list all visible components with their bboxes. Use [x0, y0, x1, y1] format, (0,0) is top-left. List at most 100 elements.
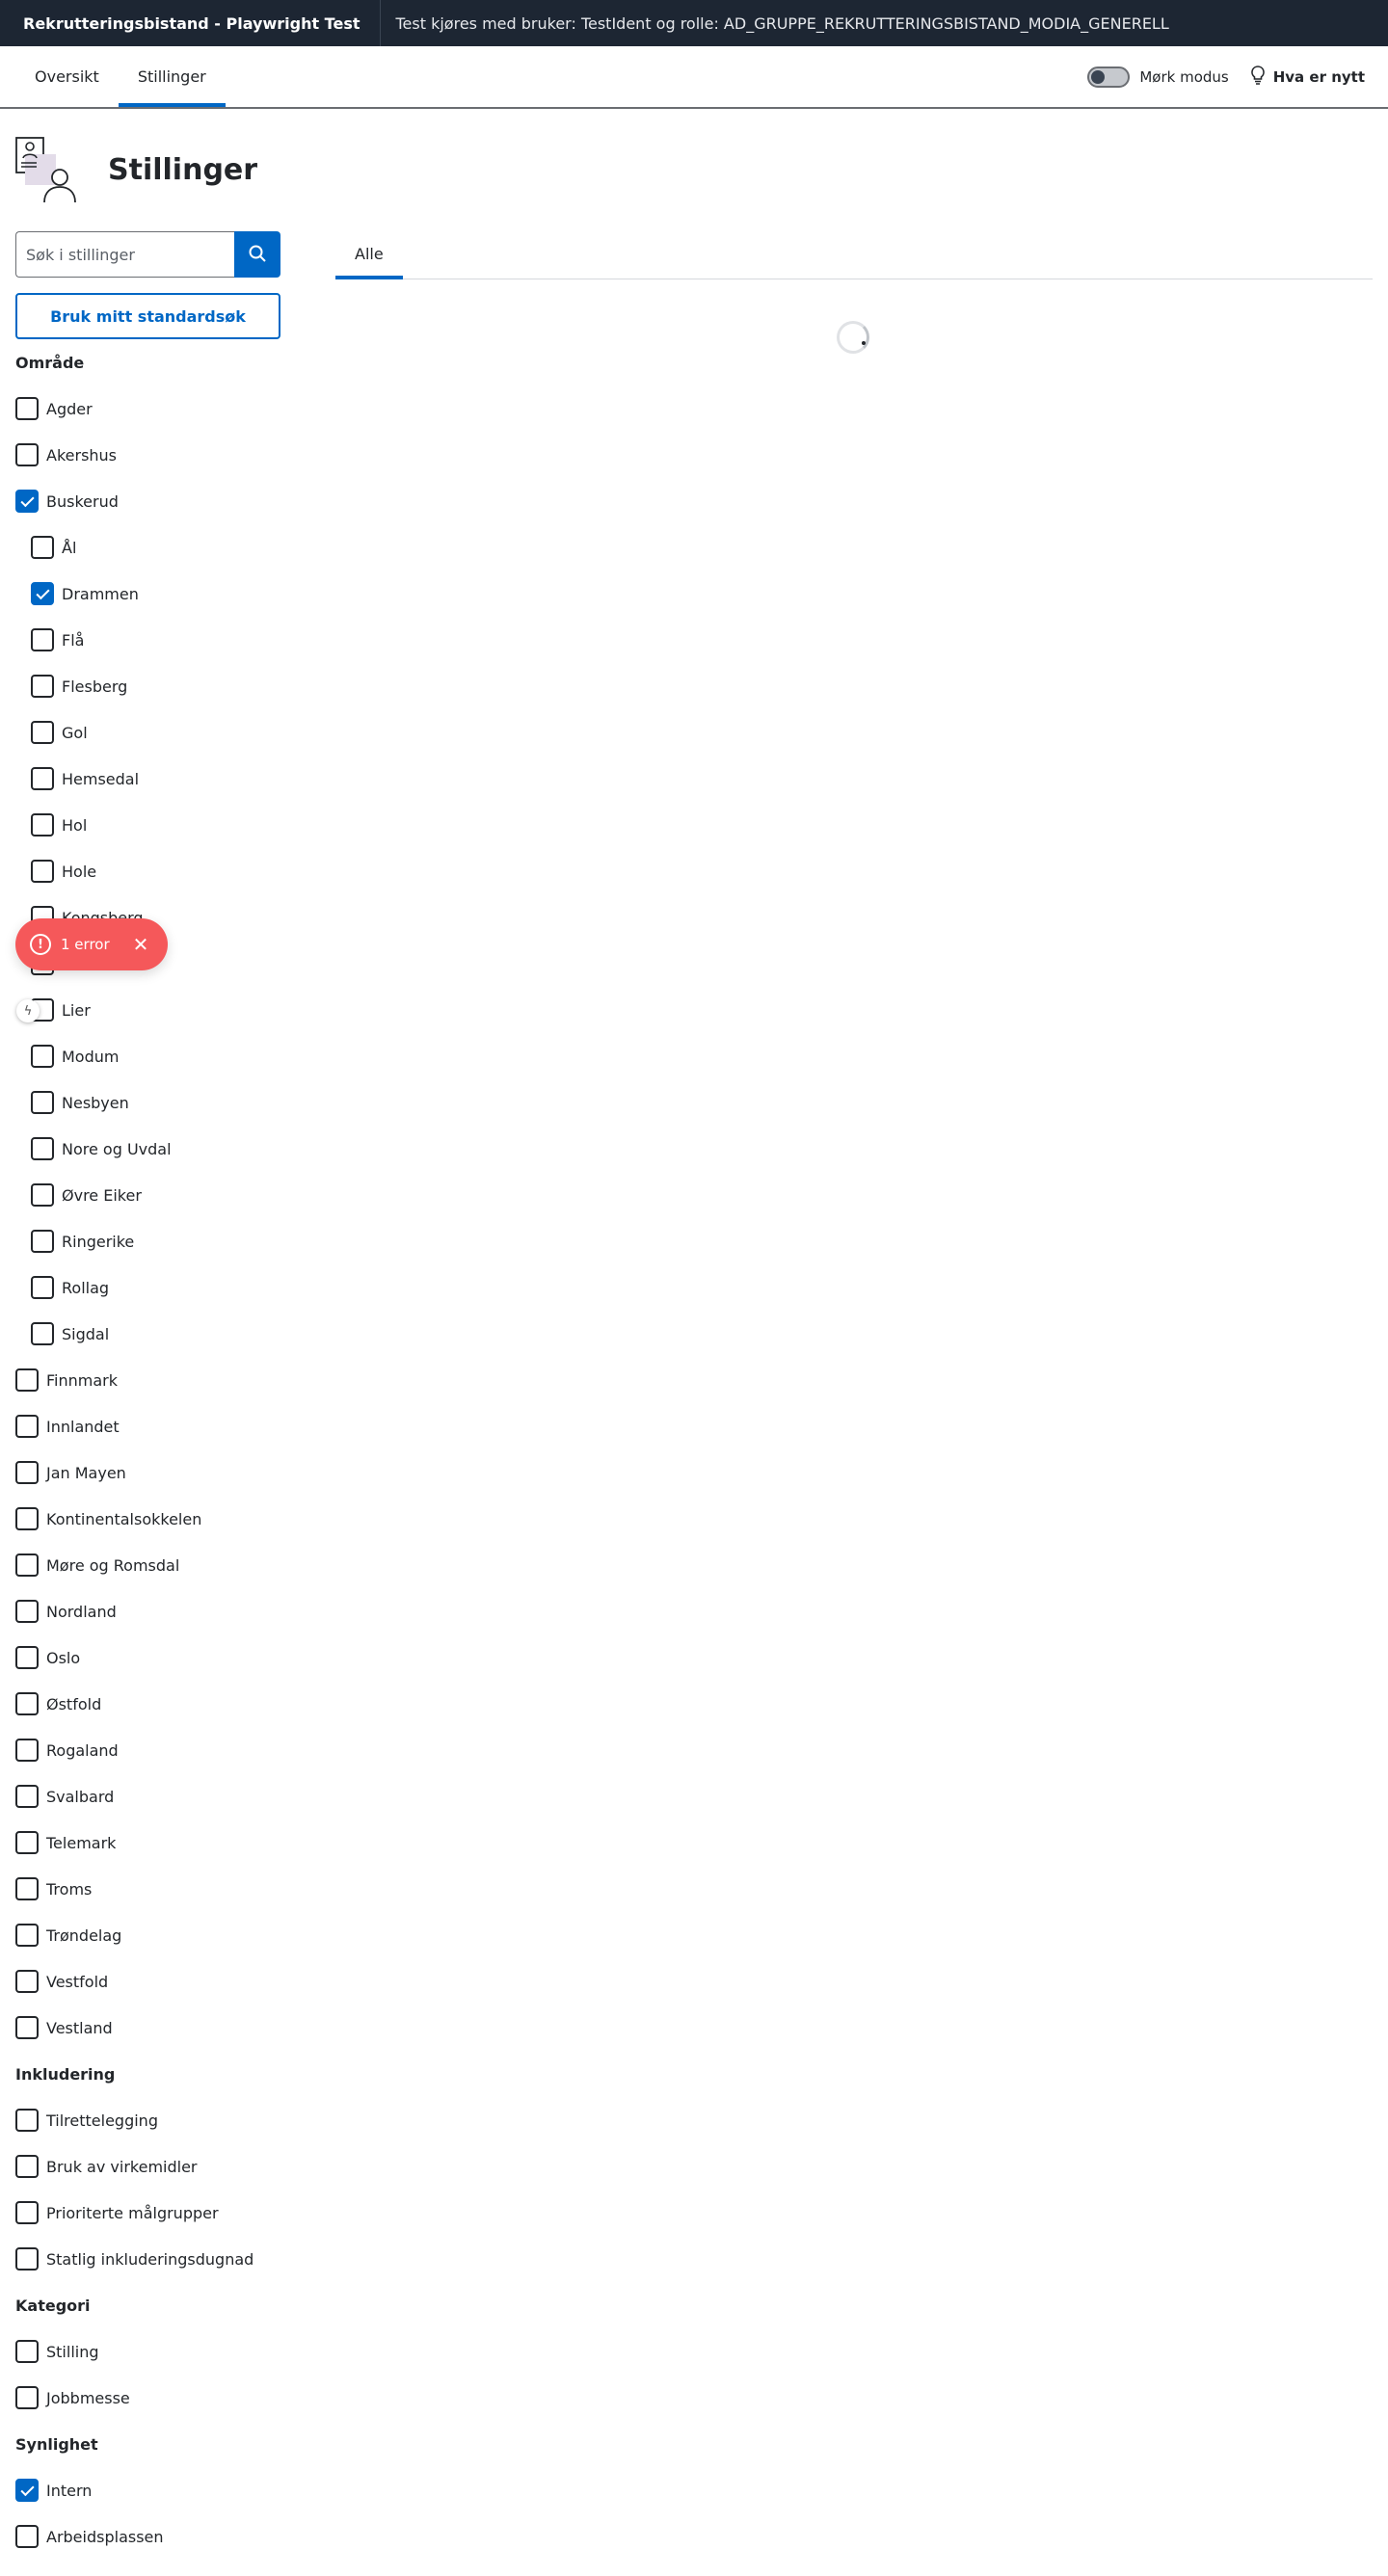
filter-checkbox-row[interactable]: Modum — [15, 1033, 280, 1079]
filter-checkbox-row[interactable]: Rollag — [15, 1264, 280, 1311]
checkbox[interactable] — [15, 2525, 39, 2548]
checkbox[interactable] — [31, 721, 54, 744]
checkbox[interactable] — [15, 2016, 39, 2039]
checkbox[interactable] — [31, 813, 54, 837]
filter-checkbox-row[interactable]: Akershus — [15, 432, 280, 478]
checkbox[interactable] — [15, 2201, 39, 2224]
filter-checkbox-label: Nordland — [46, 1602, 117, 1621]
search-input[interactable] — [15, 231, 234, 278]
standard-search-button[interactable]: Bruk mitt standardsøk — [15, 293, 280, 339]
filter-checkbox-row[interactable]: Tilrettelegging — [15, 2097, 280, 2143]
app-title[interactable]: Rekrutteringsbistand - Playwright Test — [0, 0, 381, 46]
filter-checkbox-row[interactable]: Innlandet — [15, 1403, 280, 1449]
filter-checkbox-row[interactable]: Prioriterte målgrupper — [15, 2190, 280, 2236]
checkbox[interactable] — [15, 2386, 39, 2409]
checkbox[interactable] — [31, 1137, 54, 1160]
filter-checkbox-row[interactable]: Arbeidsplassen — [15, 2513, 280, 2560]
filter-checkbox-row[interactable]: Stilling — [15, 2328, 280, 2375]
filter-checkbox-row[interactable]: Sigdal — [15, 1311, 280, 1357]
filter-checkbox-row[interactable]: Rogaland — [15, 1727, 280, 1773]
filter-checkbox-row[interactable]: Vestland — [15, 2005, 280, 2051]
dark-mode-switch[interactable] — [1087, 66, 1131, 88]
filter-checkbox-row[interactable]: Vestfold — [15, 1958, 280, 2005]
filter-checkbox-row[interactable]: Agder — [15, 385, 280, 432]
checkbox[interactable] — [15, 1507, 39, 1530]
filter-checkbox-row[interactable]: Hole — [15, 848, 280, 894]
checkbox[interactable] — [15, 1785, 39, 1808]
checkbox[interactable] — [31, 1183, 54, 1207]
checkbox[interactable] — [31, 860, 54, 883]
whats-new-button[interactable]: Hva er nytt — [1250, 65, 1365, 89]
checkbox[interactable] — [15, 1368, 39, 1392]
checkbox[interactable] — [15, 1692, 39, 1715]
filter-checkbox-row[interactable]: Finnmark — [15, 1357, 280, 1403]
bolt-icon[interactable]: ϟ — [16, 999, 40, 1022]
filter-checkbox-row[interactable]: Svalbard — [15, 1773, 280, 1819]
checkbox[interactable] — [15, 2155, 39, 2178]
checkbox[interactable] — [31, 675, 54, 698]
filter-checkbox-row[interactable]: Kontinentalsokkelen — [15, 1496, 280, 1542]
checkbox[interactable] — [15, 443, 39, 466]
checkbox-checked[interactable] — [15, 2479, 39, 2502]
checkbox[interactable] — [15, 2109, 39, 2132]
checkbox[interactable] — [31, 1091, 54, 1114]
checkbox[interactable] — [31, 1276, 54, 1299]
checkbox[interactable] — [15, 1600, 39, 1623]
tab-alle[interactable]: Alle — [335, 231, 403, 279]
checkbox[interactable] — [15, 1831, 39, 1854]
search-icon — [248, 244, 267, 266]
checkbox[interactable] — [15, 1739, 39, 1762]
filter-checkbox-row[interactable]: Møre og Romsdal — [15, 1542, 280, 1588]
error-toast[interactable]: ! 1 error ✕ — [15, 918, 168, 970]
checkbox-checked[interactable] — [31, 582, 54, 605]
error-icon: ! — [30, 934, 51, 955]
filter-checkbox-row[interactable]: Lier — [15, 987, 280, 1033]
checkbox[interactable] — [15, 1924, 39, 1947]
filter-checkbox-row[interactable]: Østfold — [15, 1681, 280, 1727]
checkbox[interactable] — [31, 1045, 54, 1068]
filter-checkbox-row[interactable]: Trøndelag — [15, 1912, 280, 1958]
dark-mode-toggle[interactable]: Mørk modus — [1087, 66, 1229, 88]
checkbox[interactable] — [31, 1322, 54, 1345]
filter-checkbox-row[interactable]: Gol — [15, 709, 280, 756]
filter-checkbox-row[interactable]: Drammen — [15, 571, 280, 617]
filter-checkbox-row[interactable]: Nordland — [15, 1588, 280, 1634]
checkbox[interactable] — [15, 1877, 39, 1900]
filter-checkbox-row[interactable]: Telemark — [15, 1819, 280, 1866]
checkbox[interactable] — [31, 1230, 54, 1253]
filter-checkbox-row[interactable]: Hemsedal — [15, 756, 280, 802]
filter-checkbox-row[interactable]: Ringerike — [15, 1218, 280, 1264]
filter-checkbox-row[interactable]: Buskerud — [15, 478, 280, 524]
filter-checkbox-row[interactable]: Bruk av virkemidler — [15, 2143, 280, 2190]
checkbox-checked[interactable] — [15, 490, 39, 513]
filter-checkbox-row[interactable]: Oslo — [15, 1634, 280, 1681]
checkbox[interactable] — [15, 1461, 39, 1484]
filter-checkbox-row[interactable]: Øvre Eiker — [15, 1172, 280, 1218]
user-info: Test kjøres med bruker: TestIdent og rol… — [395, 13, 1169, 33]
checkbox[interactable] — [15, 1970, 39, 1993]
checkbox[interactable] — [15, 397, 39, 420]
filter-checkbox-row[interactable]: Troms — [15, 1866, 280, 1912]
filter-checkbox-row[interactable]: Jobbmesse — [15, 2375, 280, 2421]
filter-checkbox-row[interactable]: Flå — [15, 617, 280, 663]
checkbox[interactable] — [31, 536, 54, 559]
tab-oversikt[interactable]: Oversikt — [15, 46, 119, 107]
filter-checkbox-row[interactable]: Nesbyen — [15, 1079, 280, 1126]
checkbox[interactable] — [15, 1646, 39, 1669]
filter-checkbox-row[interactable]: Hol — [15, 802, 280, 848]
checkbox[interactable] — [15, 1554, 39, 1577]
filter-checkbox-row[interactable]: Flesberg — [15, 663, 280, 709]
checkbox[interactable] — [31, 767, 54, 790]
filter-checkbox-row[interactable]: Nore og Uvdal — [15, 1126, 280, 1172]
checkbox[interactable] — [15, 1415, 39, 1438]
filter-checkbox-row[interactable]: Intern — [15, 2467, 280, 2513]
checkbox[interactable] — [15, 2340, 39, 2363]
filter-checkbox-row[interactable]: Statlig inkluderingsdugnad — [15, 2236, 280, 2282]
checkbox[interactable] — [31, 628, 54, 651]
search-button[interactable] — [234, 231, 280, 278]
filter-checkbox-row[interactable]: Ål — [15, 524, 280, 571]
close-icon[interactable]: ✕ — [133, 935, 149, 954]
filter-checkbox-row[interactable]: Jan Mayen — [15, 1449, 280, 1496]
checkbox[interactable] — [15, 2247, 39, 2271]
tab-stillinger[interactable]: Stillinger — [118, 46, 226, 107]
